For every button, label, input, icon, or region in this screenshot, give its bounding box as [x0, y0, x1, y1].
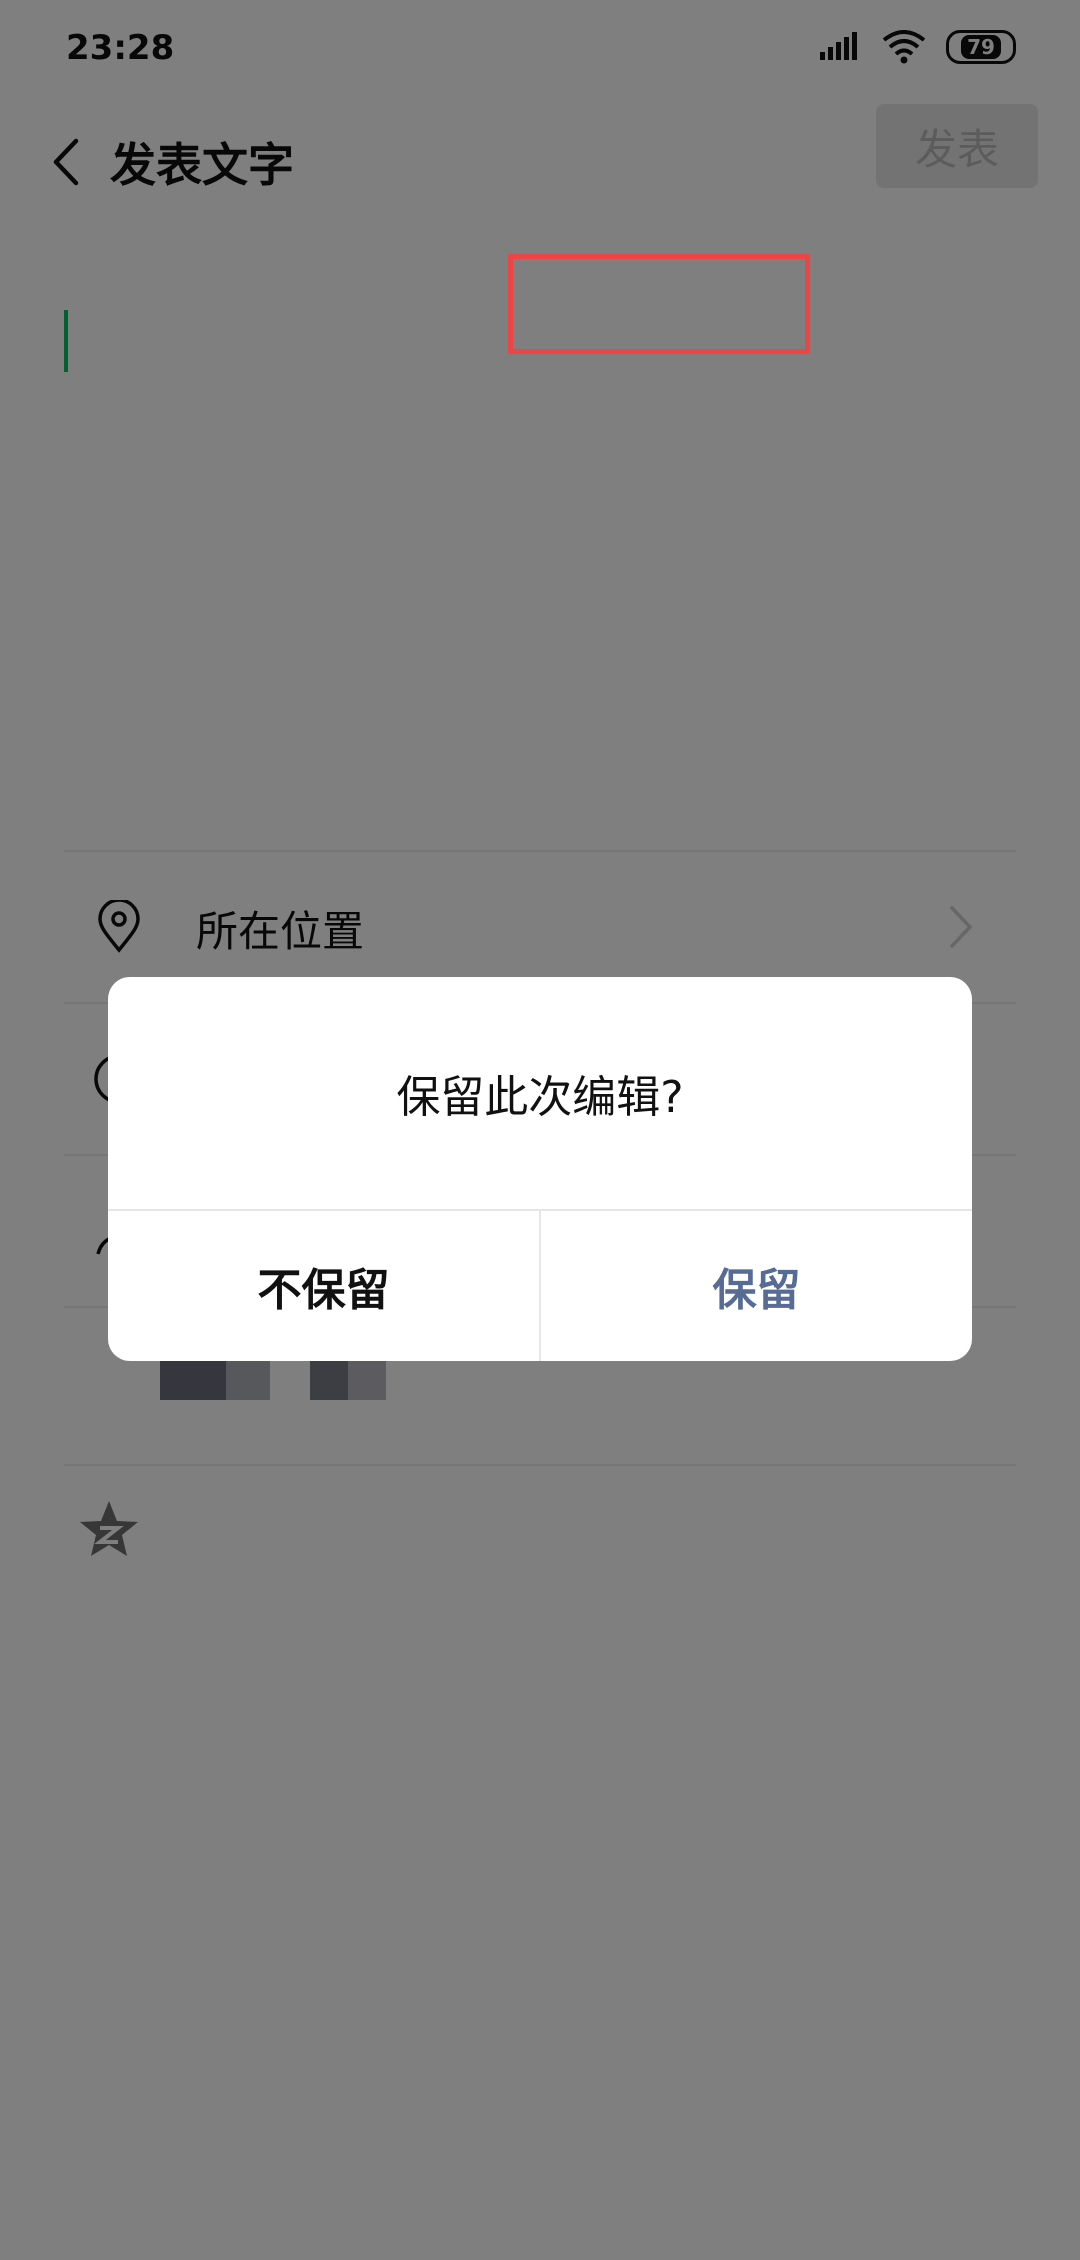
dialog-title: 保留此次编辑? — [108, 977, 972, 1211]
discard-button[interactable]: 不保留 — [108, 1211, 541, 1361]
app-root: 23:28 79 发表文 — [0, 0, 1080, 2260]
keep-button[interactable]: 保留 — [541, 1211, 972, 1361]
highlight-annotation — [508, 254, 810, 354]
dialog-buttons: 不保留 保留 — [108, 1211, 972, 1361]
keep-edit-dialog: 保留此次编辑? 不保留 保留 — [108, 977, 972, 1361]
